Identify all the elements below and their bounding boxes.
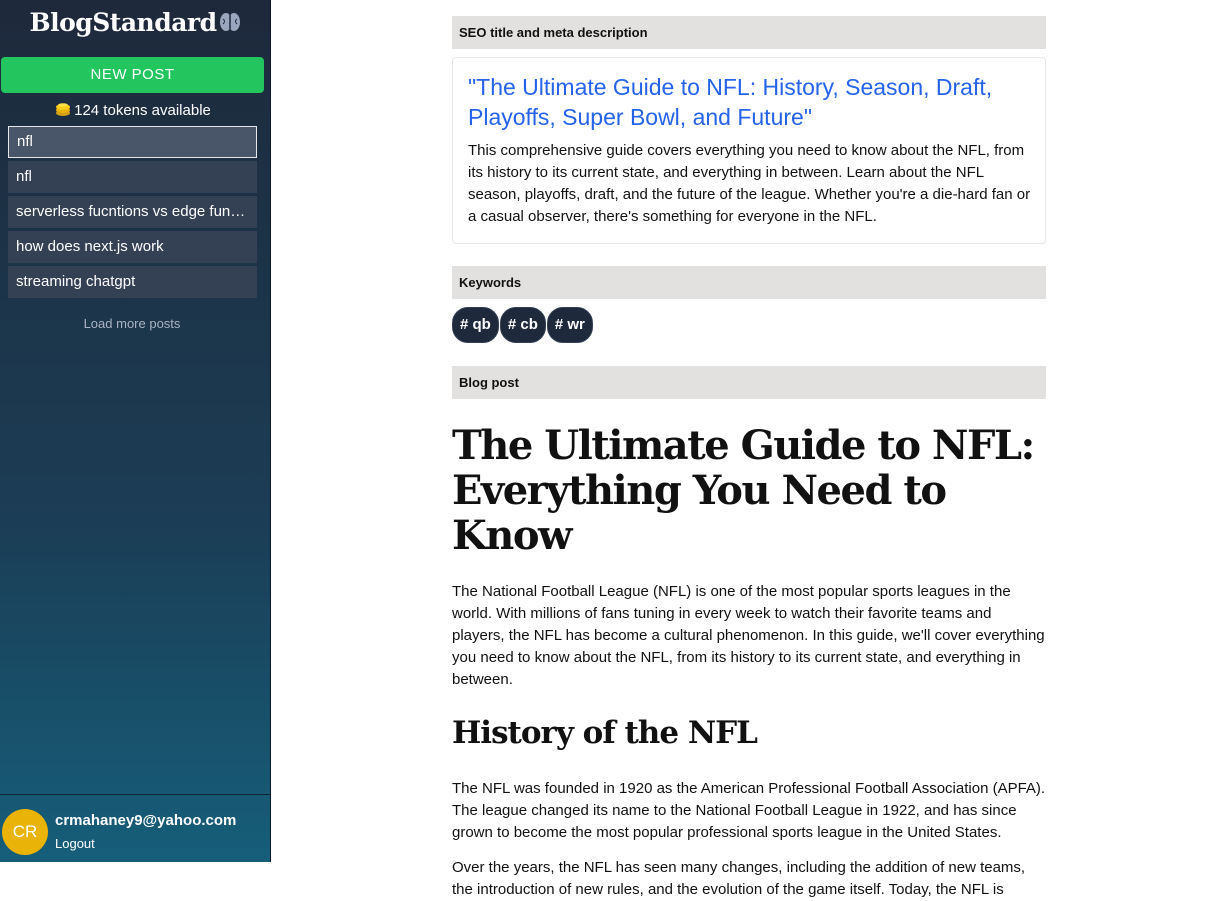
blog-paragraph: Over the years, the NFL has seen many ch… bbox=[452, 859, 1026, 898]
post-item[interactable]: serverless fucntions vs edge functions bbox=[8, 196, 257, 228]
sidebar: BlogStandard NEW POST 124 tokens availab… bbox=[0, 0, 271, 862]
seo-section-label: SEO title and meta description bbox=[452, 16, 1046, 49]
main-content: SEO title and meta description "The Ulti… bbox=[452, 0, 1046, 901]
load-more-posts-link[interactable]: Load more posts bbox=[0, 316, 264, 331]
token-balance[interactable]: 124 tokens available bbox=[0, 101, 266, 121]
blog-paragraph: The NFL was founded in 1920 as the Ameri… bbox=[452, 780, 1046, 841]
blog-intro-paragraph: The National Football League (NFL) is on… bbox=[452, 583, 1045, 688]
post-item[interactable]: nfl bbox=[8, 161, 257, 193]
new-post-button[interactable]: NEW POST bbox=[1, 57, 264, 93]
user-bar: CR crmahaney9@yahoo.com Logout bbox=[0, 794, 270, 862]
blog-title: The Ultimate Guide to NFL: Everything Yo… bbox=[452, 422, 1035, 559]
hashtag-icon: # bbox=[507, 316, 517, 333]
user-email: crmahaney9@yahoo.com bbox=[55, 812, 237, 829]
keyword-tag[interactable]: # cb bbox=[499, 307, 546, 343]
tokens-text: 124 tokens available bbox=[74, 102, 211, 119]
keywords-section-label: Keywords bbox=[452, 266, 1046, 299]
seo-title: "The Ultimate Guide to NFL: History, Sea… bbox=[468, 74, 993, 130]
hashtag-icon: # bbox=[460, 316, 469, 333]
keyword-label: wr bbox=[567, 316, 585, 333]
hashtag-icon: # bbox=[554, 316, 564, 333]
post-item[interactable]: streaming chatgpt bbox=[8, 266, 257, 298]
post-list: nfl nfl serverless fucntions vs edge fun… bbox=[8, 126, 257, 301]
post-item[interactable]: how does next.js work bbox=[8, 231, 257, 263]
brain-icon bbox=[219, 10, 241, 39]
seo-description: This comprehensive guide covers everythi… bbox=[468, 142, 1031, 225]
keyword-tag[interactable]: # qb bbox=[452, 307, 499, 343]
coins-icon bbox=[55, 101, 71, 121]
keyword-list: # qb # cb # wr bbox=[452, 307, 1046, 343]
brand-name: BlogStandard bbox=[29, 8, 217, 37]
post-item-active[interactable]: nfl bbox=[8, 126, 257, 158]
blog-heading-history: History of the NFL bbox=[452, 715, 758, 751]
logout-link[interactable]: Logout bbox=[55, 836, 95, 851]
seo-box: "The Ultimate Guide to NFL: History, Sea… bbox=[452, 57, 1046, 244]
avatar[interactable]: CR bbox=[2, 809, 48, 855]
keyword-tag[interactable]: # wr bbox=[546, 307, 593, 343]
blog-section-label: Blog post bbox=[452, 366, 1046, 399]
brand-logo[interactable]: BlogStandard bbox=[0, 8, 270, 39]
keyword-label: qb bbox=[472, 316, 491, 333]
keyword-label: cb bbox=[520, 316, 538, 333]
